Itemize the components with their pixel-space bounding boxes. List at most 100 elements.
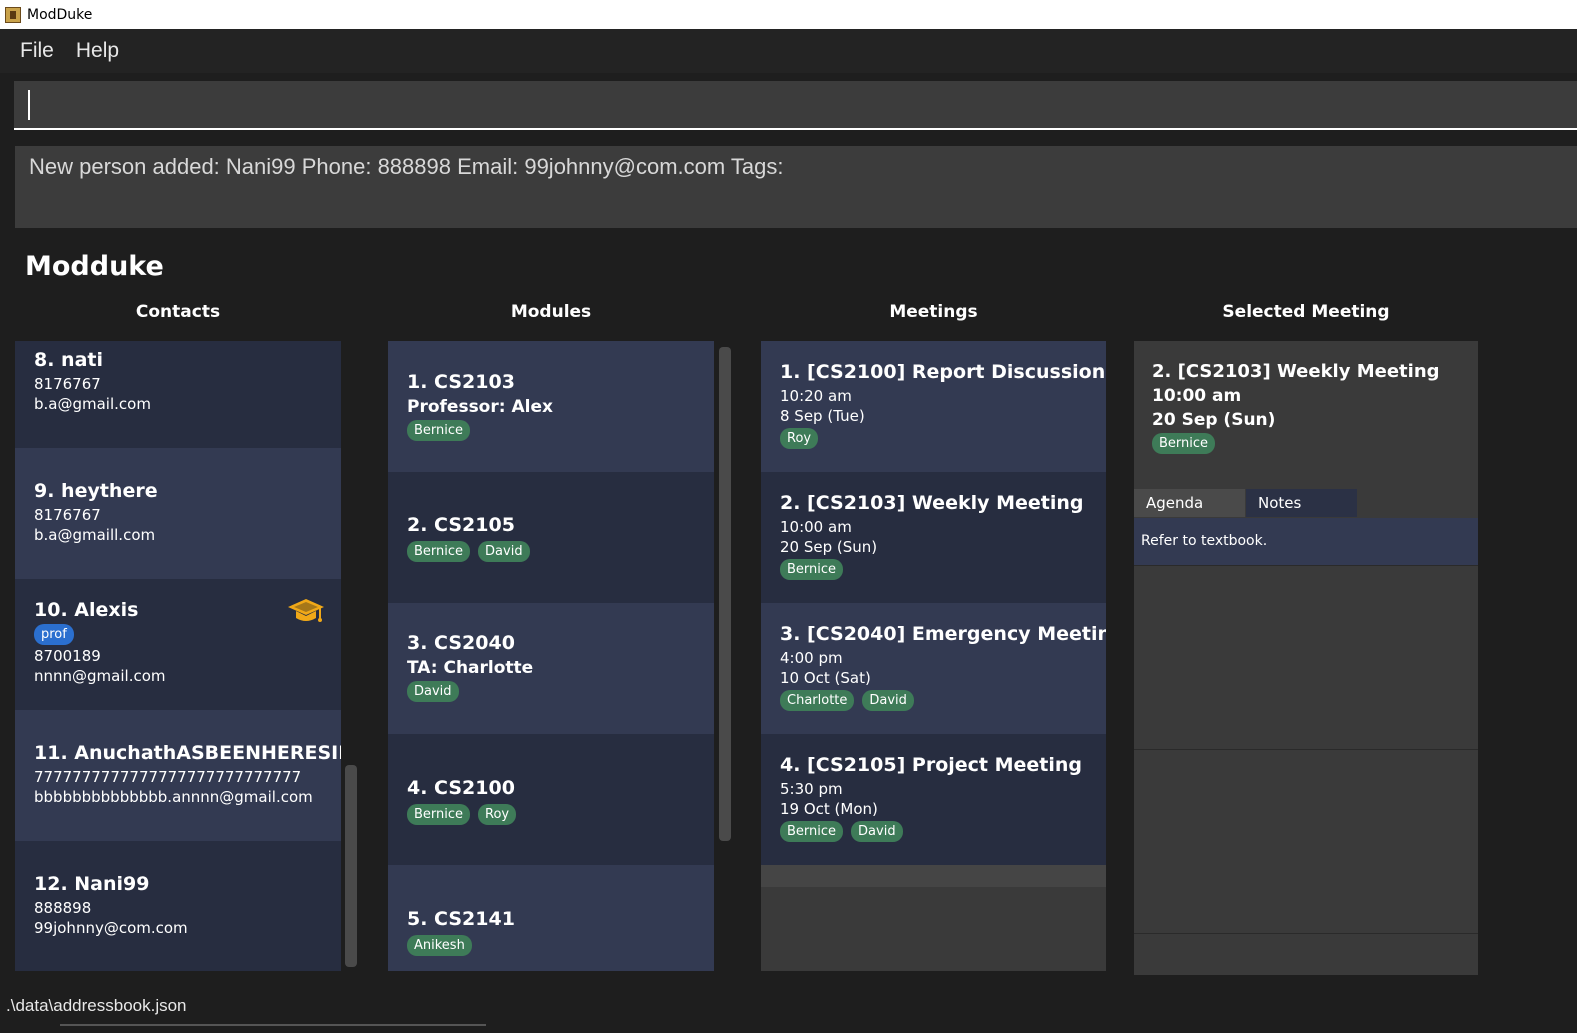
meeting-name: 1. [CS2100] Report Discussion <box>780 361 1106 383</box>
meeting-date: 20 Sep (Sun) <box>780 538 878 556</box>
module-tags: Bernice <box>407 420 714 441</box>
contact-name: 8. nati <box>34 349 103 371</box>
selected-meeting-tags: Bernice <box>1152 433 1460 454</box>
module-card[interactable]: 3. CS2040 TA: Charlotte David <box>388 603 714 734</box>
meeting-tags: Bernice David <box>780 821 1106 842</box>
divider <box>1134 565 1478 566</box>
meeting-time: 5:30 pm <box>780 780 843 798</box>
selected-meeting-time: 10:00 am <box>1152 386 1242 406</box>
meeting-tags: Bernice <box>780 559 1106 580</box>
contact-email: bbbbbbbbbbbbbb.annnn@gmail.com <box>34 788 313 806</box>
contact-card[interactable]: 12. Nani99 888898 99johnny@com.com <box>15 841 341 971</box>
meeting-tags: Roy <box>780 428 1106 449</box>
module-name: 2. CS2105 <box>407 514 515 536</box>
menu-file[interactable]: File <box>20 39 54 63</box>
contact-phone: 888898 <box>34 899 92 917</box>
module-tag: Roy <box>478 804 517 825</box>
meetings-list[interactable]: 1. [CS2100] Report Discussion 10:20 am 8… <box>761 341 1106 971</box>
selected-meeting-details: 2. [CS2103] Weekly Meeting 10:00 am 20 S… <box>1134 341 1478 489</box>
meeting-date: 19 Oct (Mon) <box>780 800 878 818</box>
meeting-date: 8 Sep (Tue) <box>780 407 865 425</box>
contact-card[interactable]: 8. nati 8176767 b.a@gmail.com <box>15 341 341 448</box>
app-heading: Modduke <box>25 251 164 282</box>
module-name: 3. CS2040 <box>407 632 515 654</box>
selected-meeting-panel: 2. [CS2103] Weekly Meeting 10:00 am 20 S… <box>1134 341 1478 975</box>
contact-card[interactable]: 9. heythere 8176767 b.a@gmaill.com <box>15 448 341 579</box>
selected-meeting-tabs: Agenda Notes <box>1134 489 1357 517</box>
module-tag: David <box>407 681 459 702</box>
selected-meeting-tag: Bernice <box>1152 433 1216 454</box>
module-tags: Anikesh <box>407 935 714 956</box>
modules-list[interactable]: 1. CS2103 Professor: Alex Bernice 2. CS2… <box>388 341 714 971</box>
contact-tags: prof <box>34 624 341 645</box>
contact-email: b.a@gmail.com <box>34 395 151 413</box>
contact-card[interactable]: 11. AnuchathASBEENHERESIHS... 7777777777… <box>15 710 341 841</box>
module-name: 1. CS2103 <box>407 371 515 393</box>
module-card[interactable]: 2. CS2105 Bernice David <box>388 472 714 603</box>
empty-meeting-row <box>761 865 1106 887</box>
modules-scrollbar[interactable] <box>719 347 731 841</box>
meeting-card[interactable]: 2. [CS2103] Weekly Meeting 10:00 am 20 S… <box>761 472 1106 603</box>
contact-phone: 8176767 <box>34 506 101 524</box>
module-detail: TA: Charlotte <box>407 658 534 678</box>
command-input[interactable] <box>14 81 1577 130</box>
text-cursor <box>28 90 30 120</box>
divider <box>1134 933 1478 934</box>
contact-phone: 7777777777777777777777777777 <box>34 768 302 786</box>
meeting-time: 10:00 am <box>780 518 852 536</box>
module-tag: Bernice <box>407 420 471 441</box>
status-bar: .\data\addressbook.json <box>0 988 1577 1033</box>
result-text: New person added: Nani99 Phone: 888898 E… <box>29 154 784 179</box>
modules-header: Modules <box>510 302 592 322</box>
meetings-header: Meetings <box>889 302 978 322</box>
module-tag: Bernice <box>407 804 471 825</box>
contact-email: b.a@gmaill.com <box>34 526 156 544</box>
selected-meeting-name: 2. [CS2103] Weekly Meeting <box>1152 361 1440 382</box>
module-tags: David <box>407 681 714 702</box>
module-card[interactable]: 1. CS2103 Professor: Alex Bernice <box>388 341 714 472</box>
module-card[interactable]: 4. CS2100 Bernice Roy <box>388 734 714 865</box>
save-location: .\data\addressbook.json <box>6 996 187 1015</box>
divider <box>1134 749 1478 750</box>
contacts-list[interactable]: 8. nati 8176767 b.a@gmail.com 9. heyther… <box>15 341 341 971</box>
graduation-cap-icon <box>288 599 324 622</box>
contact-name: 12. Nani99 <box>34 873 150 895</box>
module-tag: Bernice <box>407 541 471 562</box>
meeting-tag: Charlotte <box>780 690 855 711</box>
selected-meeting-date: 20 Sep (Sun) <box>1152 410 1276 430</box>
meeting-card[interactable]: 4. [CS2105] Project Meeting 5:30 pm 19 O… <box>761 734 1106 865</box>
meeting-tag: David <box>862 690 914 711</box>
meeting-name: 3. [CS2040] Emergency Meeting <box>780 623 1106 645</box>
module-name: 4. CS2100 <box>407 777 515 799</box>
contact-name: 11. AnuchathASBEENHERESIHS... <box>34 742 341 764</box>
meeting-tag: Bernice <box>780 559 844 580</box>
module-tag: Anikesh <box>407 935 472 956</box>
contacts-scrollbar[interactable] <box>345 765 357 967</box>
module-name: 5. CS2141 <box>407 908 515 930</box>
note-item[interactable]: Refer to textbook. <box>1134 518 1478 565</box>
contact-phone: 8700189 <box>34 647 101 665</box>
tab-notes[interactable]: Notes <box>1246 489 1357 517</box>
meeting-time: 4:00 pm <box>780 649 843 667</box>
contact-card[interactable]: 10. Alexis prof 8700189 nnnn@gmail.com <box>15 579 341 710</box>
selected-meeting-header: Selected Meeting <box>1222 302 1390 322</box>
contact-email: nnnn@gmail.com <box>34 667 166 685</box>
meeting-card[interactable]: 3. [CS2040] Emergency Meeting 4:00 pm 10… <box>761 603 1106 734</box>
tab-agenda[interactable]: Agenda <box>1134 489 1245 517</box>
contact-name: 9. heythere <box>34 480 158 502</box>
module-tags: Bernice David <box>407 541 714 562</box>
window-titlebar: ModDuke <box>0 0 1577 29</box>
meeting-date: 10 Oct (Sat) <box>780 669 871 687</box>
menu-help[interactable]: Help <box>76 39 119 63</box>
meeting-tag: Roy <box>780 428 819 449</box>
module-card[interactable]: 5. CS2141 Anikesh <box>388 865 714 971</box>
meeting-time: 10:20 am <box>780 387 852 405</box>
contact-email: 99johnny@com.com <box>34 919 188 937</box>
contact-tag: prof <box>34 624 74 645</box>
meeting-tag: Bernice <box>780 821 844 842</box>
app-icon <box>5 6 21 23</box>
meeting-name: 2. [CS2103] Weekly Meeting <box>780 492 1084 514</box>
meeting-name: 4. [CS2105] Project Meeting <box>780 754 1083 776</box>
meeting-card[interactable]: 1. [CS2100] Report Discussion 10:20 am 8… <box>761 341 1106 472</box>
status-divider <box>60 1024 486 1026</box>
